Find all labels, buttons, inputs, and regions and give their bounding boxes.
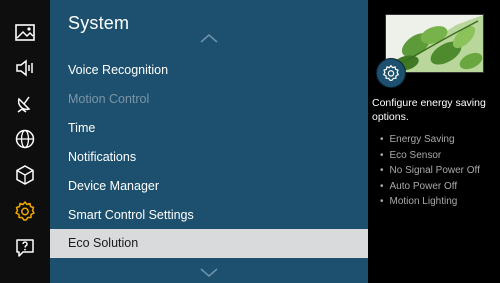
scroll-down-chevron-icon[interactable] bbox=[200, 268, 218, 278]
sidebar-item-network[interactable] bbox=[0, 121, 50, 157]
menu-item-motion-control: Motion Control bbox=[68, 92, 150, 106]
sidebar-item-picture[interactable] bbox=[0, 15, 50, 51]
menu-item-voice-recognition[interactable]: Voice Recognition bbox=[50, 56, 368, 85]
menu-item-time[interactable]: Time bbox=[50, 114, 368, 143]
option-label: Auto Power Off bbox=[389, 180, 458, 192]
system-gear-icon bbox=[15, 201, 35, 221]
option-label: Eco Sensor bbox=[389, 149, 442, 161]
gear-icon bbox=[383, 65, 399, 81]
menu-item-device-manager[interactable]: Device Manager bbox=[50, 172, 368, 201]
smart-hub-icon bbox=[16, 165, 34, 185]
option-label: Motion Lighting bbox=[389, 196, 458, 207]
menu-item-smart-control-settings[interactable]: Smart Control Settings bbox=[50, 201, 368, 230]
picture-icon bbox=[15, 24, 35, 41]
network-icon bbox=[15, 129, 35, 149]
list-item: • Eco Sensor bbox=[380, 149, 442, 161]
info-panel: Configure energy saving options. • Energy… bbox=[368, 0, 500, 283]
info-description: Configure energy saving options. bbox=[372, 97, 486, 123]
eco-settings-badge bbox=[376, 58, 406, 88]
sidebar-item-support[interactable] bbox=[0, 230, 50, 266]
support-icon bbox=[16, 239, 34, 257]
sound-icon bbox=[16, 59, 33, 77]
list-item: • Auto Power Off bbox=[380, 180, 458, 192]
sidebar-item-broadcasting[interactable] bbox=[0, 85, 50, 121]
list-item: • Energy Saving bbox=[380, 134, 455, 145]
list-item: • No Signal Power Off bbox=[380, 165, 480, 176]
category-sidebar bbox=[0, 0, 50, 283]
option-label: No Signal Power Off bbox=[389, 165, 480, 176]
menu-title: System bbox=[68, 13, 130, 33]
scroll-up-chevron-icon[interactable] bbox=[200, 33, 218, 43]
sidebar-item-smart-hub[interactable] bbox=[0, 157, 50, 193]
sidebar-item-system[interactable] bbox=[0, 193, 50, 229]
menu-item-eco-solution[interactable]: Eco Solution bbox=[50, 229, 368, 258]
broadcasting-icon bbox=[17, 96, 31, 113]
system-menu: System Voice Recognition Motion Control … bbox=[50, 0, 368, 283]
menu-item-notifications[interactable]: Notifications bbox=[50, 143, 368, 172]
list-item: • Motion Lighting bbox=[380, 196, 458, 207]
option-label: Energy Saving bbox=[389, 134, 455, 145]
sidebar-item-sound[interactable] bbox=[0, 50, 50, 86]
eco-options-list: • Energy Saving • Eco Sensor • No Signal Po… bbox=[380, 132, 480, 210]
